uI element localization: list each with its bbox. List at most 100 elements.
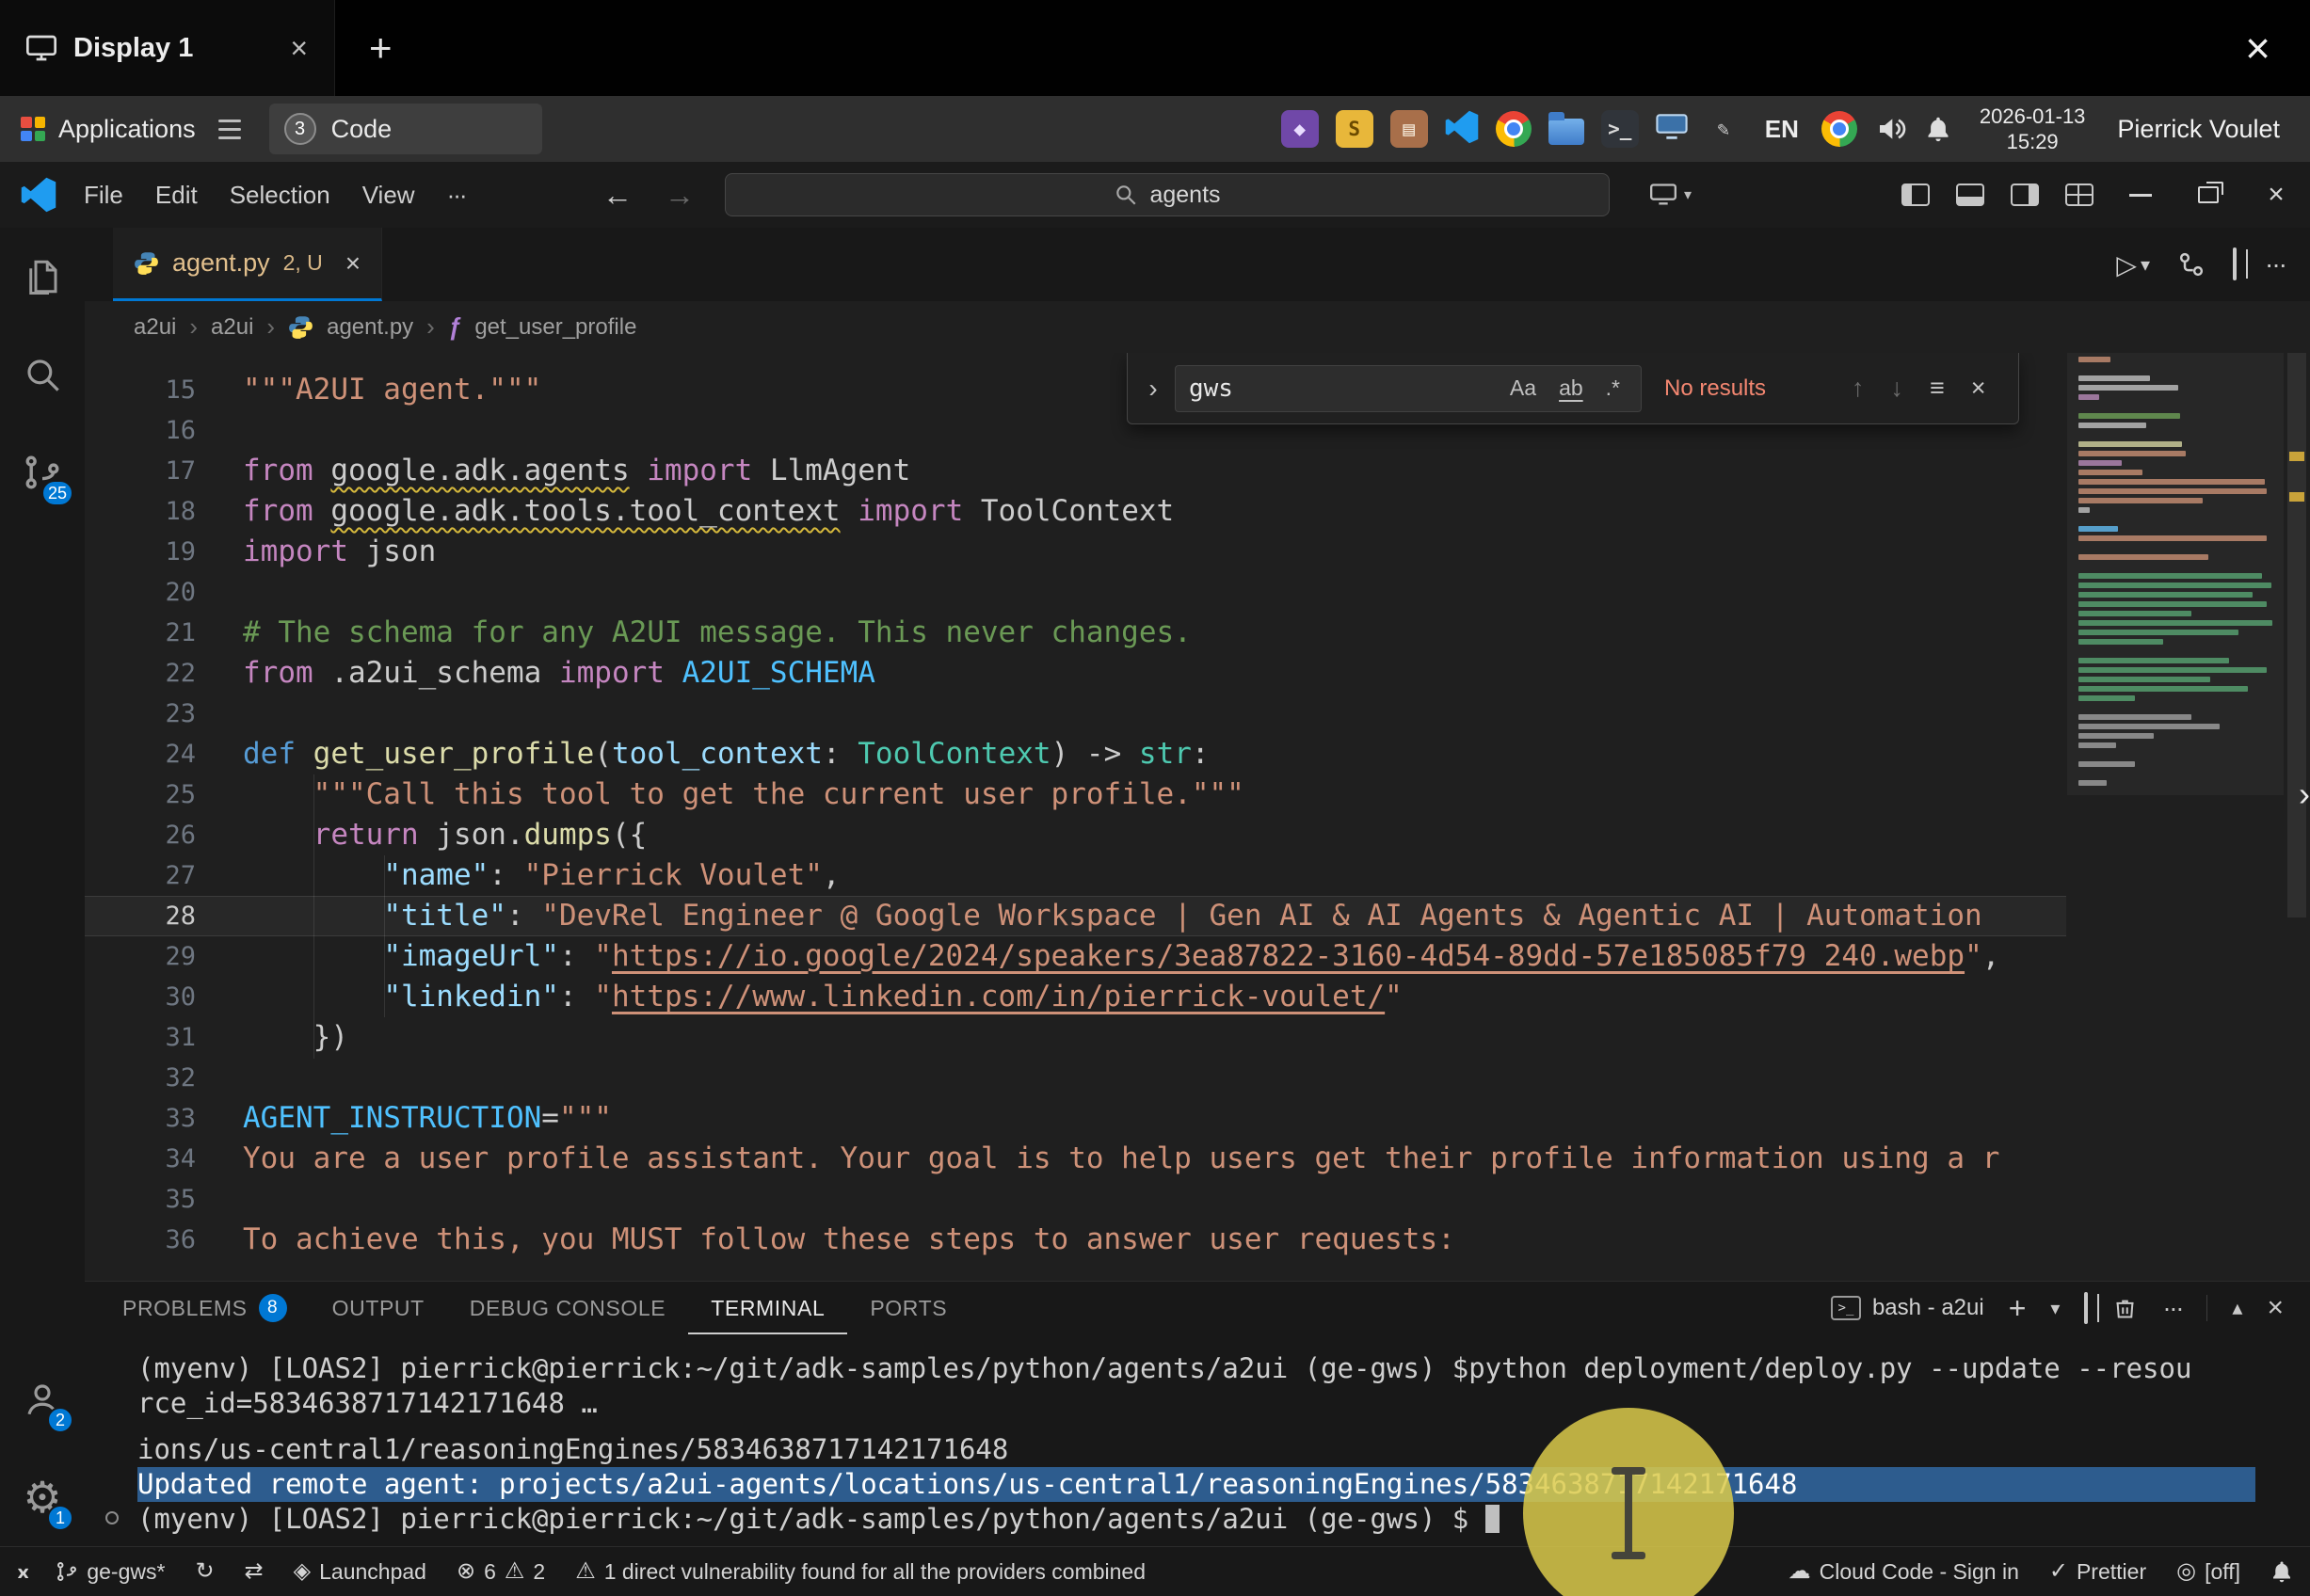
nav-back-button[interactable]: ← — [602, 178, 633, 213]
toggle-replace-icon[interactable]: › — [1141, 374, 1165, 404]
editor-edge-chevron-icon[interactable]: › — [2299, 774, 2310, 814]
code-line[interactable]: 31 }) — [85, 1017, 2066, 1058]
restore-button[interactable] — [2174, 162, 2242, 228]
activitybar-search-button[interactable] — [0, 326, 85, 423]
status-compare-changes[interactable]: ⇄ — [245, 1547, 264, 1596]
status-problems-summary[interactable]: ⊗6⚠2 — [457, 1547, 545, 1596]
status-prettier[interactable]: ✓Prettier — [2049, 1547, 2146, 1596]
activitybar-settings-button[interactable]: ⚙ 1 — [0, 1448, 85, 1546]
toggle-panel-button[interactable] — [1943, 162, 1997, 228]
whole-word-toggle[interactable]: ab — [1551, 374, 1591, 403]
panel-tab-terminal[interactable]: TERMINAL — [688, 1282, 847, 1334]
tray-icon-files[interactable] — [1548, 119, 1584, 145]
find-input[interactable]: gws Aa ab .* — [1175, 365, 1642, 412]
run-python-file-button[interactable]: ▷▾ — [2116, 249, 2150, 280]
new-terminal-button[interactable]: + — [2009, 1291, 2027, 1326]
terminal-output[interactable]: (myenv) [LOAS2] pierrick@pierrick:~/git/… — [137, 1351, 2255, 1537]
panel-tab-debug-console[interactable]: DEBUG CONSOLE — [447, 1282, 688, 1334]
clock[interactable]: 2026-01-13 15:29 — [1980, 104, 2086, 154]
tray-icon-chrome[interactable] — [1496, 111, 1532, 147]
code-line[interactable]: 30 "linkedin": "https://www.linkedin.com… — [85, 977, 2066, 1017]
terminal-line[interactable]: (myenv) [LOAS2] pierrick@pierrick:~/git/… — [137, 1351, 2255, 1386]
terminal-line[interactable]: ions/us-central1/reasoningEngines/583463… — [137, 1432, 2255, 1467]
find-in-selection-button[interactable]: ≡ — [1921, 374, 1953, 403]
split-editor-button[interactable] — [2233, 249, 2237, 279]
code-line[interactable]: 21# The schema for any A2UI message. Thi… — [85, 613, 2066, 653]
scrollbar-slider[interactable] — [2287, 353, 2306, 918]
breadcrumb-item-a2ui[interactable]: a2ui — [211, 314, 253, 341]
panel-tab-output[interactable]: OUTPUT — [310, 1282, 447, 1334]
kill-terminal-trash-icon[interactable] — [2112, 1296, 2138, 1321]
display-tab-close-icon[interactable]: × — [290, 31, 308, 66]
code-line[interactable]: 18from google.adk.tools.tool_context imp… — [85, 491, 2066, 532]
volume-icon[interactable] — [1876, 114, 1906, 144]
code-line[interactable]: 34You are a user profile assistant. Your… — [85, 1139, 2066, 1179]
terminal-dropdown-icon[interactable]: ▾ — [2050, 1297, 2060, 1320]
activitybar-source-control-button[interactable]: 25 — [0, 423, 85, 521]
notifications-bell-icon[interactable] — [1925, 115, 1951, 143]
terminal-instance-selector[interactable]: >_ bash - a2ui — [1831, 1295, 1984, 1321]
terminal-line[interactable]: Updated remote agent: projects/a2ui-agen… — [137, 1467, 2255, 1502]
find-close-button[interactable]: × — [1963, 374, 1995, 403]
tab-close-icon[interactable]: × — [345, 248, 361, 279]
minimize-button[interactable] — [2107, 162, 2174, 228]
code-line[interactable]: 32 — [85, 1058, 2066, 1098]
status-copilot-status[interactable]: ◎[off] — [2176, 1547, 2240, 1596]
taskbar-window-button-code[interactable]: 3 Code — [269, 104, 542, 154]
tray-icon-vscode[interactable] — [1445, 110, 1479, 149]
menu-file[interactable]: File — [68, 181, 139, 210]
tray-icon-pen[interactable]: ✎ — [1705, 110, 1742, 148]
split-terminal-button[interactable] — [2084, 1294, 2088, 1323]
panel-tab-ports[interactable]: PORTS — [847, 1282, 970, 1334]
regex-toggle[interactable]: .* — [1598, 374, 1628, 403]
status-vulnerability-warning[interactable]: ⚠1 direct vulnerability found for all th… — [575, 1547, 1146, 1596]
tray-icon-app-yellow[interactable]: S — [1336, 110, 1373, 148]
code-line[interactable]: 17from google.adk.agents import LlmAgent — [85, 451, 2066, 491]
close-window-button[interactable]: × — [2242, 162, 2310, 228]
menu-more[interactable]: ··· — [431, 181, 482, 210]
user-menu[interactable]: Pierrick Voulet — [2117, 115, 2280, 144]
activitybar-accounts-button[interactable]: 2 — [0, 1350, 85, 1448]
maximize-panel-button[interactable]: ▴ — [2232, 1296, 2242, 1320]
breadcrumb-item-get-user-profile[interactable]: get_user_profile — [474, 314, 636, 341]
code-line[interactable]: 36To achieve this, you MUST follow these… — [85, 1220, 2066, 1260]
open-changes-icon[interactable] — [2178, 251, 2205, 278]
editor-scrollbar[interactable] — [2284, 353, 2310, 1281]
customize-layout-button[interactable] — [2052, 162, 2107, 228]
status-remote-indicator[interactable]: ›‹ — [17, 1547, 25, 1596]
code-line[interactable]: 23 — [85, 694, 2066, 734]
menu-view[interactable]: View — [346, 181, 431, 210]
tab-agent-py[interactable]: agent.py 2, U × — [113, 228, 382, 301]
nav-forward-button[interactable]: → — [665, 178, 695, 213]
find-next-button[interactable]: ↓ — [1883, 374, 1913, 403]
code-line[interactable]: 35 — [85, 1179, 2066, 1220]
status-cloud-code-signin[interactable]: ☁Cloud Code - Sign in — [1789, 1547, 2019, 1596]
status-git-branch[interactable]: ge-gws* — [56, 1547, 165, 1596]
activitybar-explorer-button[interactable] — [0, 228, 85, 326]
status-notifications[interactable] — [2270, 1547, 2293, 1596]
toggle-primary-sidebar-button[interactable] — [1888, 162, 1943, 228]
code-line[interactable]: 29 "imageUrl": "https://io.google/2024/s… — [85, 936, 2066, 977]
code-line[interactable]: 33AGENT_INSTRUCTION=""" — [85, 1098, 2066, 1139]
tray-icon-app-purple[interactable]: ◆ — [1281, 110, 1319, 148]
tray-icon-display[interactable] — [1656, 113, 1688, 146]
panel-more-actions-button[interactable]: ··· — [2162, 1294, 2182, 1323]
code-line[interactable]: 26 return json.dumps({ — [85, 815, 2066, 855]
breadcrumb-item-a2ui[interactable]: a2ui — [134, 314, 176, 341]
match-case-toggle[interactable]: Aa — [1502, 374, 1544, 403]
new-display-tab-button[interactable]: + — [369, 25, 393, 71]
applications-menu[interactable]: Applications — [21, 115, 241, 144]
status-sync-changes[interactable]: ↻ — [195, 1547, 214, 1596]
keyboard-layout-indicator[interactable]: EN — [1761, 115, 1803, 144]
menu-selection[interactable]: Selection — [214, 181, 346, 210]
display-tab[interactable]: Display 1 × — [0, 0, 335, 96]
window-indicator-dropdown[interactable]: ▾ — [1650, 162, 1692, 228]
menu-edit[interactable]: Edit — [139, 181, 214, 210]
code-editor[interactable]: 15"""A2UI agent."""1617from google.adk.a… — [85, 353, 2310, 1281]
tray-icon-terminal[interactable]: >_ — [1601, 110, 1639, 148]
viewer-close-button[interactable]: × — [2245, 23, 2270, 73]
panel-tab-problems[interactable]: PROBLEMS8 — [100, 1282, 310, 1334]
toggle-secondary-sidebar-button[interactable] — [1997, 162, 2052, 228]
breadcrumb-item-agent-py[interactable]: agent.py — [327, 314, 413, 341]
find-previous-button[interactable]: ↑ — [1843, 374, 1873, 403]
